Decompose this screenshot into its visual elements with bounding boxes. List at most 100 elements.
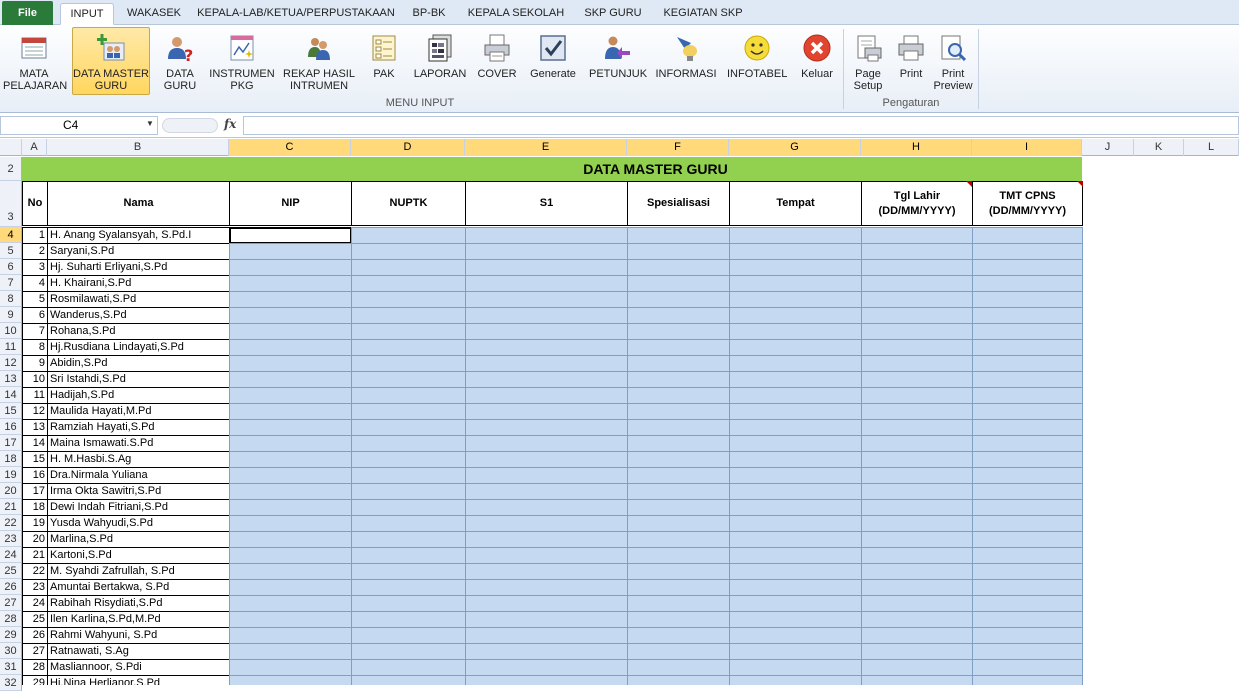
infotabel-button[interactable]: INFOTABEL	[726, 27, 788, 95]
input-cell[interactable]	[351, 595, 466, 612]
input-cell[interactable]	[229, 659, 352, 676]
input-cell[interactable]	[465, 275, 628, 292]
input-cell[interactable]	[729, 675, 862, 685]
cell-no[interactable]: 15	[22, 451, 48, 468]
input-cell[interactable]	[465, 643, 628, 660]
input-cell[interactable]	[861, 403, 973, 420]
input-cell[interactable]	[729, 515, 862, 532]
input-cell[interactable]	[972, 243, 1083, 260]
column-header[interactable]: L	[1184, 139, 1239, 156]
column-header[interactable]: A	[22, 139, 47, 156]
rekap-hasil-intrumen-button[interactable]: REKAP HASIL INTRUMEN	[282, 27, 356, 95]
input-cell[interactable]	[465, 371, 628, 388]
input-cell[interactable]	[229, 547, 352, 564]
input-cell[interactable]	[729, 483, 862, 500]
input-cell[interactable]	[351, 307, 466, 324]
cell-no[interactable]: 18	[22, 499, 48, 516]
input-cell[interactable]	[627, 451, 730, 468]
input-cell[interactable]	[229, 339, 352, 356]
input-cell[interactable]	[229, 435, 352, 452]
cell-nama[interactable]: Hj. Suharti Erliyani,S.Pd	[47, 259, 230, 276]
input-cell[interactable]	[627, 307, 730, 324]
input-cell[interactable]	[972, 227, 1083, 244]
input-cell[interactable]	[729, 579, 862, 596]
tab-kepala-sekolah[interactable]: KEPALA SEKOLAH	[463, 3, 569, 25]
input-cell[interactable]	[972, 643, 1083, 660]
cell-no[interactable]: 6	[22, 307, 48, 324]
column-header[interactable]: E	[465, 139, 627, 156]
cell-no[interactable]: 10	[22, 371, 48, 388]
cell-no[interactable]: 27	[22, 643, 48, 660]
input-cell[interactable]	[861, 259, 973, 276]
active-cell[interactable]	[229, 227, 352, 244]
formula-bar-resize[interactable]	[162, 118, 218, 133]
input-cell[interactable]	[972, 595, 1083, 612]
row-header[interactable]: 13	[0, 371, 22, 387]
cell-nama[interactable]: Ramziah Hayati,S.Pd	[47, 419, 230, 436]
input-cell[interactable]	[229, 627, 352, 644]
input-cell[interactable]	[861, 275, 973, 292]
input-cell[interactable]	[972, 611, 1083, 628]
input-cell[interactable]	[627, 419, 730, 436]
input-cell[interactable]	[351, 243, 466, 260]
input-cell[interactable]	[229, 483, 352, 500]
input-cell[interactable]	[229, 275, 352, 292]
input-cell[interactable]	[861, 227, 973, 244]
input-cell[interactable]	[729, 467, 862, 484]
cell-no[interactable]: 23	[22, 579, 48, 596]
tab-wakasek[interactable]: WAKASEK	[121, 3, 187, 25]
cell-no[interactable]: 14	[22, 435, 48, 452]
input-cell[interactable]	[972, 435, 1083, 452]
input-cell[interactable]	[465, 307, 628, 324]
input-cell[interactable]	[465, 595, 628, 612]
cell-no[interactable]: 3	[22, 259, 48, 276]
column-header[interactable]: D	[351, 139, 465, 156]
input-cell[interactable]	[729, 563, 862, 580]
input-cell[interactable]	[229, 355, 352, 372]
input-cell[interactable]	[861, 307, 973, 324]
input-cell[interactable]	[729, 227, 862, 244]
input-cell[interactable]	[861, 563, 973, 580]
input-cell[interactable]	[627, 611, 730, 628]
input-cell[interactable]	[972, 659, 1083, 676]
cell-nama[interactable]: Marlina,S.Pd	[47, 531, 230, 548]
input-cell[interactable]	[465, 531, 628, 548]
input-cell[interactable]	[351, 387, 466, 404]
cell-no[interactable]: 4	[22, 275, 48, 292]
cell-nama[interactable]: Irma Okta Sawitri,S.Pd	[47, 483, 230, 500]
cell-no[interactable]: 24	[22, 595, 48, 612]
cell-no[interactable]: 16	[22, 467, 48, 484]
input-cell[interactable]	[627, 243, 730, 260]
input-cell[interactable]	[861, 531, 973, 548]
cell-no[interactable]: 7	[22, 323, 48, 340]
input-cell[interactable]	[351, 403, 466, 420]
tab-input[interactable]: INPUT	[60, 3, 114, 25]
cell-nama[interactable]: Dewi Indah Fitriani,S.Pd	[47, 499, 230, 516]
cell-nama[interactable]: Maulida Hayati,M.Pd	[47, 403, 230, 420]
cell-no[interactable]: 22	[22, 563, 48, 580]
input-cell[interactable]	[729, 355, 862, 372]
column-header[interactable]: F	[627, 139, 729, 156]
input-cell[interactable]	[627, 227, 730, 244]
input-cell[interactable]	[351, 579, 466, 596]
input-cell[interactable]	[229, 515, 352, 532]
input-cell[interactable]	[861, 339, 973, 356]
input-cell[interactable]	[972, 387, 1083, 404]
row-header[interactable]: 32	[0, 675, 22, 691]
cover-button[interactable]: COVER	[475, 27, 519, 95]
column-header[interactable]: C	[229, 139, 351, 156]
row-header[interactable]: 7	[0, 275, 22, 291]
row-header[interactable]: 20	[0, 483, 22, 499]
input-cell[interactable]	[729, 595, 862, 612]
input-cell[interactable]	[627, 675, 730, 685]
print-preview-button[interactable]: Print Preview	[932, 27, 974, 95]
pak-button[interactable]: PAK	[363, 27, 405, 95]
input-cell[interactable]	[861, 451, 973, 468]
data-guru-button[interactable]: ? DATA GURU	[158, 27, 202, 95]
cell-no[interactable]: 12	[22, 403, 48, 420]
input-cell[interactable]	[351, 291, 466, 308]
input-cell[interactable]	[627, 467, 730, 484]
input-cell[interactable]	[861, 675, 973, 685]
tab-bp-bk[interactable]: BP-BK	[403, 3, 455, 25]
keluar-button[interactable]: Keluar	[795, 27, 839, 95]
